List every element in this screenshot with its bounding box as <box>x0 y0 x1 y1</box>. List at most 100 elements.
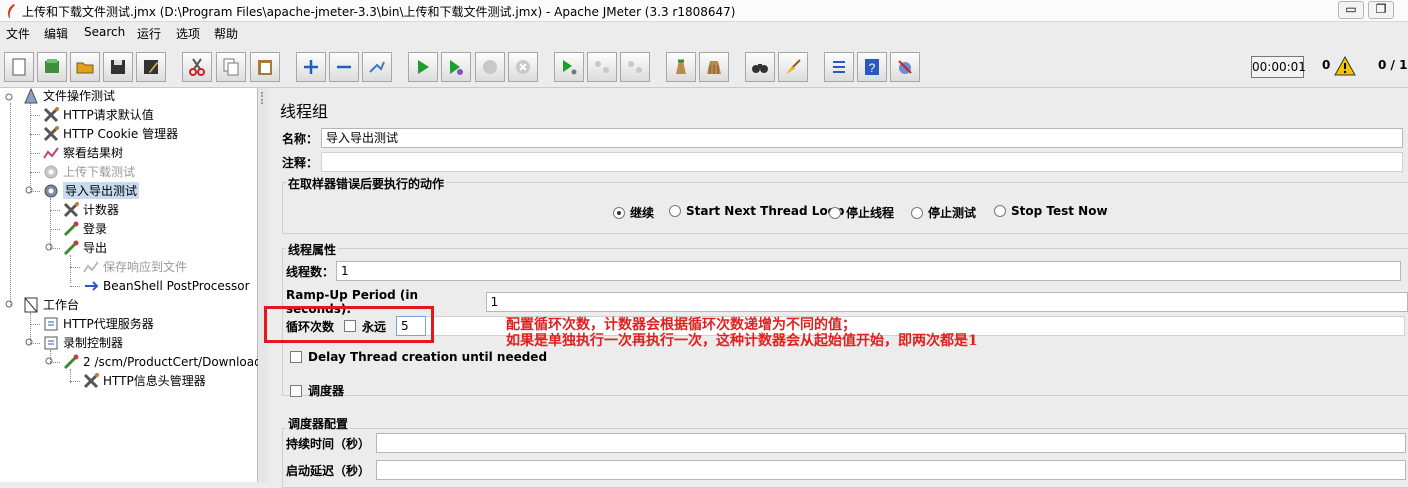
expand-icon[interactable] <box>296 52 326 82</box>
tree-item-workbench[interactable]: 工作台 <box>22 295 79 314</box>
tree-item-upload-download-test[interactable]: 上传下载测试 <box>42 162 135 181</box>
threads-input[interactable]: 1 <box>336 261 1402 281</box>
name-label: 名称： <box>282 131 319 146</box>
remote-stop-icon[interactable] <box>587 52 617 82</box>
tree-item-recording-controller[interactable]: 录制控制器 <box>42 333 123 352</box>
radio-stop-test-now[interactable]: Stop Test Now <box>994 204 1108 218</box>
tree-item-counter[interactable]: 计数器 <box>62 200 119 219</box>
tree-toggle-icon[interactable] <box>25 186 35 196</box>
test-plan-tree: 文件操作测试 HTTP请求默认值 HTTP Cookie 管理器 察看结果树 上… <box>0 86 262 482</box>
tree-item-http-defaults[interactable]: HTTP请求默认值 <box>42 105 154 124</box>
radio-start-next-thread-loop[interactable]: Start Next Thread Loop <box>669 204 845 218</box>
startup-delay-input[interactable] <box>376 460 1407 480</box>
proxy-icon <box>42 315 60 333</box>
templates-icon[interactable] <box>37 52 67 82</box>
radio-dot <box>911 206 923 219</box>
tree-item-http-proxy-server[interactable]: HTTP代理服务器 <box>42 314 154 333</box>
toggle-icon[interactable] <box>362 52 392 82</box>
startup-delay-label: 启动延迟（秒） <box>286 463 371 478</box>
radio-continue[interactable]: 继续 <box>613 204 654 221</box>
menu-options[interactable]: 选项 <box>176 25 200 42</box>
restore-button[interactable]: ❐ <box>1368 1 1394 19</box>
sampler-icon <box>62 220 80 238</box>
tree-item-import-export-test[interactable]: 导入导出测试 <box>42 181 140 200</box>
duration-input[interactable] <box>376 433 1407 453</box>
jmeter-feather-icon <box>8 4 15 18</box>
tree-toggle-icon[interactable] <box>5 300 15 310</box>
radio-stop-thread[interactable]: 停止线程 <box>829 204 894 221</box>
scheduler-label: 调度器 <box>308 384 345 398</box>
tree-item-beanshell-postprocessor[interactable]: BeanShell PostProcessor <box>82 276 250 295</box>
start-no-pause-icon[interactable] <box>441 52 471 82</box>
menu-edit[interactable]: 编辑 <box>44 25 68 42</box>
remote-shutdown-icon[interactable] <box>620 52 650 82</box>
thread-group-icon <box>42 163 60 181</box>
remote-start-icon[interactable] <box>554 52 584 82</box>
open-icon[interactable] <box>70 52 100 82</box>
new-icon[interactable] <box>4 52 34 82</box>
tree-item-login[interactable]: 登录 <box>62 219 107 238</box>
scheduler-row[interactable]: 调度器 <box>290 382 344 399</box>
rampup-row: Ramp-Up Period (in seconds): 1 <box>286 288 1408 316</box>
delay-thread-checkbox[interactable] <box>290 351 302 363</box>
tree-item-export[interactable]: 导出 <box>62 238 107 257</box>
clear-icon[interactable] <box>666 52 696 82</box>
comment-label: 注释： <box>282 155 319 170</box>
elapsed-timer: 00:00:01 <box>1251 56 1306 78</box>
menu-run[interactable]: 运行 <box>137 25 161 42</box>
warning-icon[interactable] <box>1334 56 1356 76</box>
radio-stop-test[interactable]: 停止测试 <box>911 204 976 221</box>
tree-item-cookie-manager[interactable]: HTTP Cookie 管理器 <box>42 124 178 143</box>
svg-text:?: ? <box>869 61 876 75</box>
collapse-icon[interactable] <box>329 52 359 82</box>
radio-dot <box>829 206 841 219</box>
thread-properties-title: 线程属性 <box>286 241 339 258</box>
delay-thread-label: Delay Thread creation until needed <box>308 350 548 364</box>
menu-search[interactable]: Search <box>84 25 125 39</box>
menu-bar: 文件 编辑 Search 运行 选项 帮助 <box>0 22 1408 44</box>
start-icon[interactable] <box>408 52 438 82</box>
tree-item-test-plan[interactable]: 文件操作测试 <box>22 86 115 105</box>
search-icon[interactable] <box>745 52 775 82</box>
tree-toggle-icon[interactable] <box>45 243 55 253</box>
help-icon[interactable]: ? <box>857 52 887 82</box>
tree-item-view-results-tree[interactable]: 察看结果树 <box>42 143 123 162</box>
copy-icon[interactable] <box>216 52 246 82</box>
page-title: 线程组 <box>280 102 329 121</box>
minimize-button[interactable]: ▭ <box>1338 1 1364 19</box>
delay-thread-creation-row[interactable]: Delay Thread creation until needed <box>290 350 547 364</box>
save-icon[interactable] <box>103 52 133 82</box>
tree-item-header-manager[interactable]: HTTP信息头管理器 <box>82 371 206 390</box>
sampler-icon <box>62 353 80 371</box>
save-as-icon[interactable] <box>136 52 166 82</box>
config-tool-icon <box>42 106 60 124</box>
annotation-line-2: 如果是单独执行一次再执行一次，这种计数器会从起始值开始，即两次都是1 <box>506 333 978 349</box>
log-icon[interactable] <box>890 52 920 82</box>
duration-row: 持续时间（秒） <box>286 433 1407 453</box>
reset-search-icon[interactable] <box>778 52 808 82</box>
clear-all-icon[interactable] <box>699 52 729 82</box>
panel-splitter[interactable] <box>258 88 268 482</box>
comment-input[interactable] <box>321 152 1404 172</box>
duration-label: 持续时间（秒） <box>286 436 371 451</box>
name-input[interactable]: 导入导出测试 <box>321 128 1404 148</box>
tree-toggle-icon[interactable] <box>5 93 15 103</box>
tree-toggle-icon[interactable] <box>25 338 35 348</box>
tree-item-download-sampler[interactable]: 2 /scm/ProductCert/Download <box>62 352 262 371</box>
paste-icon[interactable] <box>250 52 280 82</box>
thread-group-panel: 线程组 名称： 导入导出测试 注释： 在取样器错误后要执行的动作 继续 Star… <box>268 88 1408 488</box>
rampup-input[interactable]: 1 <box>485 292 1408 312</box>
toolbar: ? 00:00:01 0 0 / 1 <box>0 44 1408 88</box>
annotation-line-1: 配置循环次数，计数器会根据循环次数递增为不同的值； <box>506 317 856 333</box>
shutdown-icon[interactable] <box>508 52 538 82</box>
scheduler-checkbox[interactable] <box>290 384 302 397</box>
tree-toggle-icon[interactable] <box>45 357 55 367</box>
cut-icon[interactable] <box>182 52 212 82</box>
tree-item-save-responses[interactable]: 保存响应到文件 <box>82 257 187 276</box>
menu-file[interactable]: 文件 <box>6 25 30 42</box>
menu-help[interactable]: 帮助 <box>214 25 238 42</box>
error-action-title: 在取样器错误后要执行的动作 <box>286 175 447 192</box>
function-helper-icon[interactable] <box>824 52 854 82</box>
stop-icon[interactable] <box>475 52 505 82</box>
title-bar: 上传和下载文件测试.jmx (D:\Program Files\apache-j… <box>0 0 1408 22</box>
